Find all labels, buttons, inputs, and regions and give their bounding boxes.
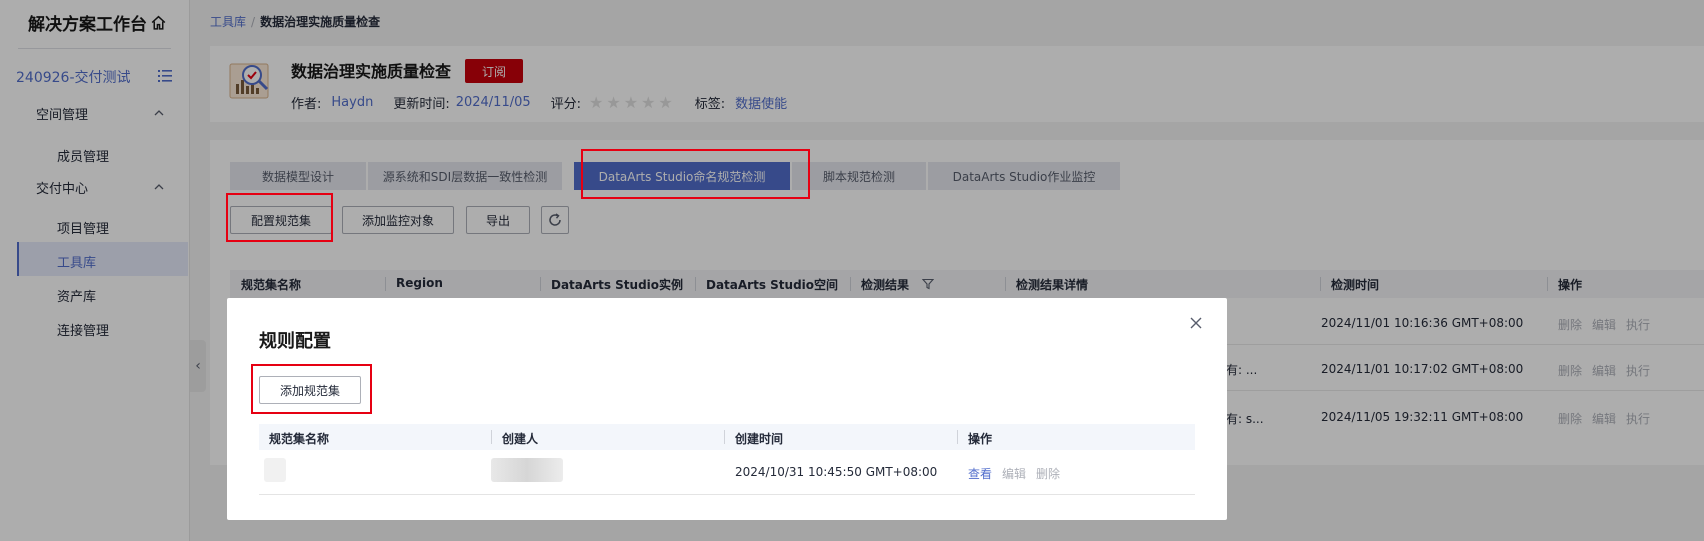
annotation-box-add [251,364,372,414]
delete-link[interactable]: 删除 [1036,465,1060,482]
col-separator [957,430,958,444]
annotation-box-config [226,193,333,242]
view-link[interactable]: 查看 [968,465,992,482]
row-divider [259,494,1195,495]
col-created-time: 创建时间 [735,432,784,446]
row-created-time: 2024/10/31 10:45:50 GMT+08:00 [735,465,938,479]
col-creator: 创建人 [502,432,539,446]
dialog-title: 规则配置 [259,331,331,352]
col-actions: 操作 [968,432,993,446]
redacted-name [264,458,286,482]
col-ruleset-name: 规范集名称 [269,432,330,446]
dialog-table-header: 规范集名称 创建人 创建时间 操作 [259,424,1195,450]
col-separator [491,430,492,444]
redacted-creator [491,458,563,482]
col-separator [724,430,725,444]
close-icon[interactable] [1189,316,1203,330]
edit-link[interactable]: 编辑 [1002,465,1026,482]
rule-config-dialog: 规则配置 添加规范集 规范集名称 创建人 创建时间 操作 2024/10/31 … [227,298,1227,520]
annotation-box-tab [581,149,810,199]
